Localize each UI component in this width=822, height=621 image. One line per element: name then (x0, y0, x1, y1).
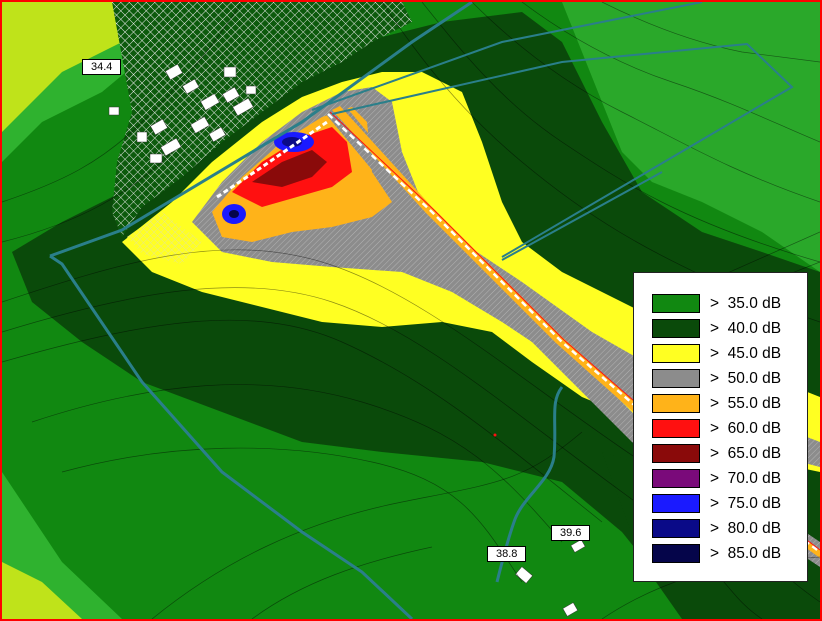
legend-item: > 40.0 dB (652, 316, 807, 341)
legend-swatch (652, 494, 700, 513)
legend-label: > 65.0 dB (710, 444, 782, 462)
legend-item: > 85.0 dB (652, 541, 807, 566)
legend-swatch (652, 519, 700, 538)
legend-label: > 60.0 dB (710, 419, 782, 437)
legend-item: > 55.0 dB (652, 391, 807, 416)
legend-label: > 35.0 dB (710, 294, 782, 312)
legend-label: > 80.0 dB (710, 519, 782, 537)
legend-swatch (652, 469, 700, 488)
legend-swatch (652, 369, 700, 388)
legend-label: > 75.0 dB (710, 494, 782, 512)
legend-label: > 40.0 dB (710, 319, 782, 337)
legend-swatch (652, 444, 700, 463)
legend-item: > 75.0 dB (652, 491, 807, 516)
legend-item: > 60.0 dB (652, 416, 807, 441)
zone-85db-south (229, 210, 239, 218)
legend-item: > 35.0 dB (652, 291, 807, 316)
legend-swatch (652, 394, 700, 413)
receiver-label-39-6: 39.6 (551, 525, 591, 541)
legend-label: > 50.0 dB (710, 369, 782, 387)
receiver-label-34-4: 34.4 (82, 59, 122, 75)
legend-item: > 45.0 dB (652, 341, 807, 366)
legend-rows: > 35.0 dB > 40.0 dB > 45.0 dB > 50.0 dB > 55… (652, 291, 807, 566)
legend-swatch (652, 344, 700, 363)
legend-label: > 85.0 dB (710, 544, 782, 562)
legend-item: > 80.0 dB (652, 516, 807, 541)
legend-item: > 50.0 dB (652, 366, 807, 391)
legend-swatch (652, 319, 700, 338)
noise-level-legend: > 35.0 dB > 40.0 dB > 45.0 dB > 50.0 dB > 55… (633, 272, 808, 582)
legend-swatch (652, 294, 700, 313)
legend-label: > 70.0 dB (710, 469, 782, 487)
receiver-point (493, 433, 497, 437)
legend-label: > 55.0 dB (710, 394, 782, 412)
legend-swatch (652, 419, 700, 438)
legend-item: > 70.0 dB (652, 466, 807, 491)
receiver-label-38-8: 38.8 (487, 546, 527, 562)
legend-label: > 45.0 dB (710, 344, 782, 362)
legend-item: > 65.0 dB (652, 441, 807, 466)
noise-map-frame: 34.4 39.6 38.8 > 35.0 dB > 40.0 dB > 45.0 … (0, 0, 822, 621)
legend-swatch (652, 544, 700, 563)
